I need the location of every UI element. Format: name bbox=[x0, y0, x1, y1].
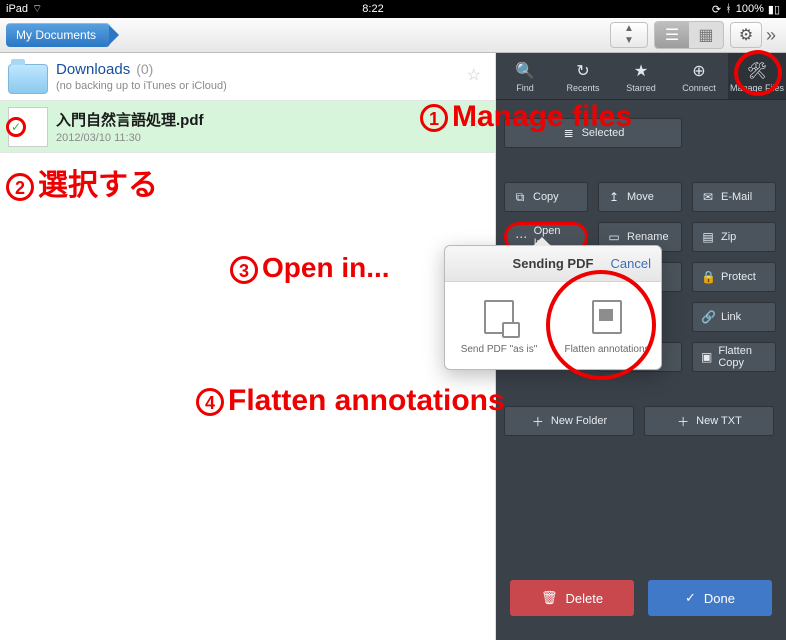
toolbar: My Documents ▲▼ ☰ ▦ ⚙ » bbox=[0, 18, 786, 53]
tab-find[interactable]: 🔍Find bbox=[496, 53, 554, 99]
view-grid-button[interactable]: ▦ bbox=[689, 22, 723, 48]
zip-button[interactable]: ▤Zip bbox=[692, 222, 776, 252]
email-button[interactable]: ✉E-Mail bbox=[692, 182, 776, 212]
file-list: Downloads (0) (no backing up to iTunes o… bbox=[0, 53, 496, 640]
selection-ring-annotation bbox=[6, 117, 26, 137]
carrier-label: iPad bbox=[6, 3, 28, 15]
star-icon: ★ bbox=[612, 61, 670, 81]
folder-name: Downloads bbox=[56, 61, 130, 78]
settings-button[interactable]: ⚙ bbox=[730, 22, 762, 48]
star-icon[interactable]: ☆ bbox=[467, 113, 481, 133]
file-row-pdf[interactable]: ✓ 入門自然言語処理.pdf 2012/03/10 11:30 ☆ bbox=[0, 101, 495, 153]
link-button[interactable]: 🔗Link bbox=[692, 302, 776, 332]
ellipsis-icon: ⋯ bbox=[515, 230, 528, 244]
delete-button[interactable]: 🗑Delete bbox=[510, 580, 634, 616]
tools-icon: 🛠 bbox=[728, 61, 786, 81]
breadcrumb[interactable]: My Documents bbox=[6, 23, 110, 47]
folder-count: (0) bbox=[136, 61, 153, 77]
flatten-icon: ▣ bbox=[701, 350, 712, 364]
new-folder-button[interactable]: ＋New Folder bbox=[504, 406, 634, 436]
orientation-lock-icon: ⟳ bbox=[712, 3, 721, 16]
panel-tabs: 🔍Find ↻Recents ★Starred ⊕Connect 🛠Manage… bbox=[496, 53, 786, 100]
star-icon[interactable]: ☆ bbox=[467, 65, 481, 85]
view-list-button[interactable]: ☰ bbox=[655, 22, 689, 48]
open-in-popover: Sending PDF Cancel Send PDF "as is" Flat… bbox=[444, 245, 662, 370]
copy-button[interactable]: ⧉Copy bbox=[504, 182, 588, 212]
status-bar: iPad ⌔ 8:22 ⟳ ᚼ 100% ▮▯ bbox=[0, 0, 786, 18]
wifi-icon: ⌔ bbox=[32, 2, 42, 16]
selected-count-button[interactable]: ≣Selected bbox=[504, 118, 682, 148]
rename-icon: ▭ bbox=[607, 230, 621, 244]
folder-icon bbox=[8, 64, 48, 94]
file-name: 入門自然言語処理.pdf bbox=[56, 109, 204, 130]
more-chevrons-icon[interactable]: » bbox=[762, 25, 780, 46]
tab-manage-files[interactable]: 🛠Manage Files bbox=[728, 53, 786, 99]
link-icon: 🔗 bbox=[701, 310, 715, 324]
mail-icon: ✉ bbox=[701, 190, 715, 204]
move-button[interactable]: ↥Move bbox=[598, 182, 682, 212]
popover-cancel-button[interactable]: Cancel bbox=[611, 256, 651, 271]
globe-icon: ⊕ bbox=[670, 61, 728, 81]
trash-icon: 🗑 bbox=[541, 590, 558, 606]
document-flatten-icon bbox=[592, 300, 622, 334]
folder-row-downloads[interactable]: Downloads (0) (no backing up to iTunes o… bbox=[0, 53, 495, 101]
check-icon: ✓ bbox=[685, 590, 696, 606]
send-as-is-option[interactable]: Send PDF "as is" bbox=[445, 282, 553, 369]
view-mode-segment: ☰ ▦ bbox=[654, 21, 724, 49]
done-button[interactable]: ✓Done bbox=[648, 580, 772, 616]
battery-icon: ▮▯ bbox=[768, 3, 780, 16]
search-icon: 🔍 bbox=[496, 61, 554, 81]
clock-icon: ↻ bbox=[554, 61, 612, 81]
tab-connect[interactable]: ⊕Connect bbox=[670, 53, 728, 99]
copy-icon: ⧉ bbox=[513, 190, 527, 205]
plus-icon: ＋ bbox=[531, 413, 545, 430]
sort-button[interactable]: ▲▼ bbox=[610, 22, 648, 48]
battery-label: 100% bbox=[736, 3, 764, 15]
flatten-annotations-option[interactable]: Flatten annotations bbox=[553, 282, 661, 369]
move-icon: ↥ bbox=[607, 190, 621, 204]
protect-button[interactable]: 🔒Protect bbox=[692, 262, 776, 292]
list-icon: ≣ bbox=[562, 126, 576, 140]
lock-icon: 🔒 bbox=[701, 270, 715, 284]
document-export-icon bbox=[484, 300, 514, 334]
main-area: Downloads (0) (no backing up to iTunes o… bbox=[0, 53, 786, 640]
flatten-copy-button[interactable]: ▣Flatten Copy bbox=[692, 342, 776, 372]
clock-label: 8:22 bbox=[126, 3, 620, 15]
popover-title: Sending PDF bbox=[513, 256, 594, 271]
bluetooth-icon: ᚼ bbox=[725, 3, 732, 15]
folder-subtitle: (no backing up to iTunes or iCloud) bbox=[56, 80, 451, 92]
tab-recents[interactable]: ↻Recents bbox=[554, 53, 612, 99]
file-date: 2012/03/10 11:30 bbox=[56, 132, 141, 144]
tab-starred[interactable]: ★Starred bbox=[612, 53, 670, 99]
zip-icon: ▤ bbox=[701, 230, 715, 244]
plus-icon: ＋ bbox=[676, 413, 690, 430]
new-txt-button[interactable]: ＋New TXT bbox=[644, 406, 774, 436]
